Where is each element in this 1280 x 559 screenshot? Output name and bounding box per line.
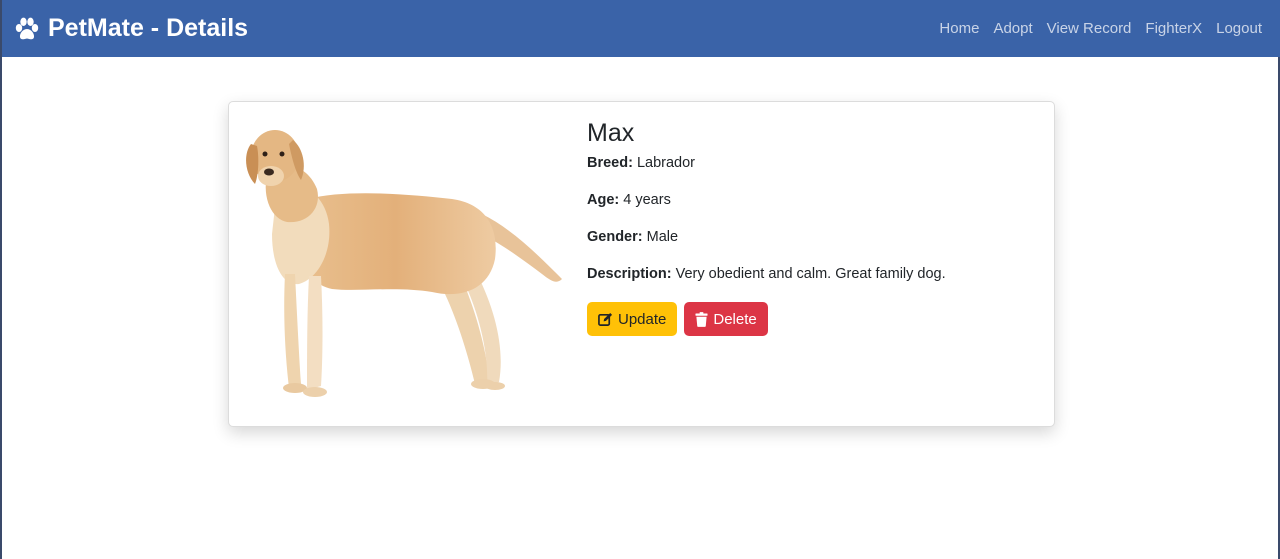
page-frame: PetMate - Details Home Adopt View Record… (0, 0, 1280, 559)
gender-label: Gender: (587, 229, 643, 245)
description-label: Description: (587, 266, 672, 282)
nav-logout[interactable]: Logout (1216, 20, 1262, 37)
pet-info: Max Breed: Labrador Age: 4 years Gender:… (587, 118, 1037, 336)
nav-adopt[interactable]: Adopt (993, 20, 1032, 37)
update-button[interactable]: Update (587, 302, 678, 336)
nav-home[interactable]: Home (939, 20, 979, 37)
edit-icon (598, 312, 613, 327)
brand-link[interactable]: PetMate - Details (14, 14, 248, 43)
age-field: Age: 4 years (587, 191, 1037, 209)
pet-detail-card: Max Breed: Labrador Age: 4 years Gender:… (228, 101, 1055, 427)
brand-title: PetMate - Details (48, 14, 249, 42)
description-value: Very obedient and calm. Great family dog… (675, 266, 946, 282)
breed-value: Labrador (636, 155, 696, 171)
gender-field: Gender: Male (587, 228, 1037, 246)
delete-button[interactable]: Delete (684, 302, 768, 336)
gender-value: Male (646, 229, 679, 245)
breed-field: Breed: Labrador (587, 154, 1037, 172)
delete-label: Delete (713, 310, 757, 328)
description-field: Description: Very obedient and calm. Gre… (587, 265, 1037, 283)
action-buttons: Update Delete (587, 302, 1037, 336)
trash-icon (695, 311, 708, 327)
update-label: Update (618, 310, 667, 328)
age-label: Age: (587, 192, 620, 208)
age-value: 4 years (623, 192, 671, 208)
top-navbar: PetMate - Details Home Adopt View Record… (2, 0, 1280, 57)
pet-photo (237, 114, 567, 419)
nav-view-record[interactable]: View Record (1047, 20, 1132, 37)
paw-icon (14, 17, 40, 41)
nav-user[interactable]: FighterX (1145, 20, 1202, 37)
breed-label: Breed: (587, 155, 633, 171)
pet-name: Max (587, 119, 635, 147)
nav-links: Home Adopt View Record FighterX Logout (939, 20, 1268, 37)
